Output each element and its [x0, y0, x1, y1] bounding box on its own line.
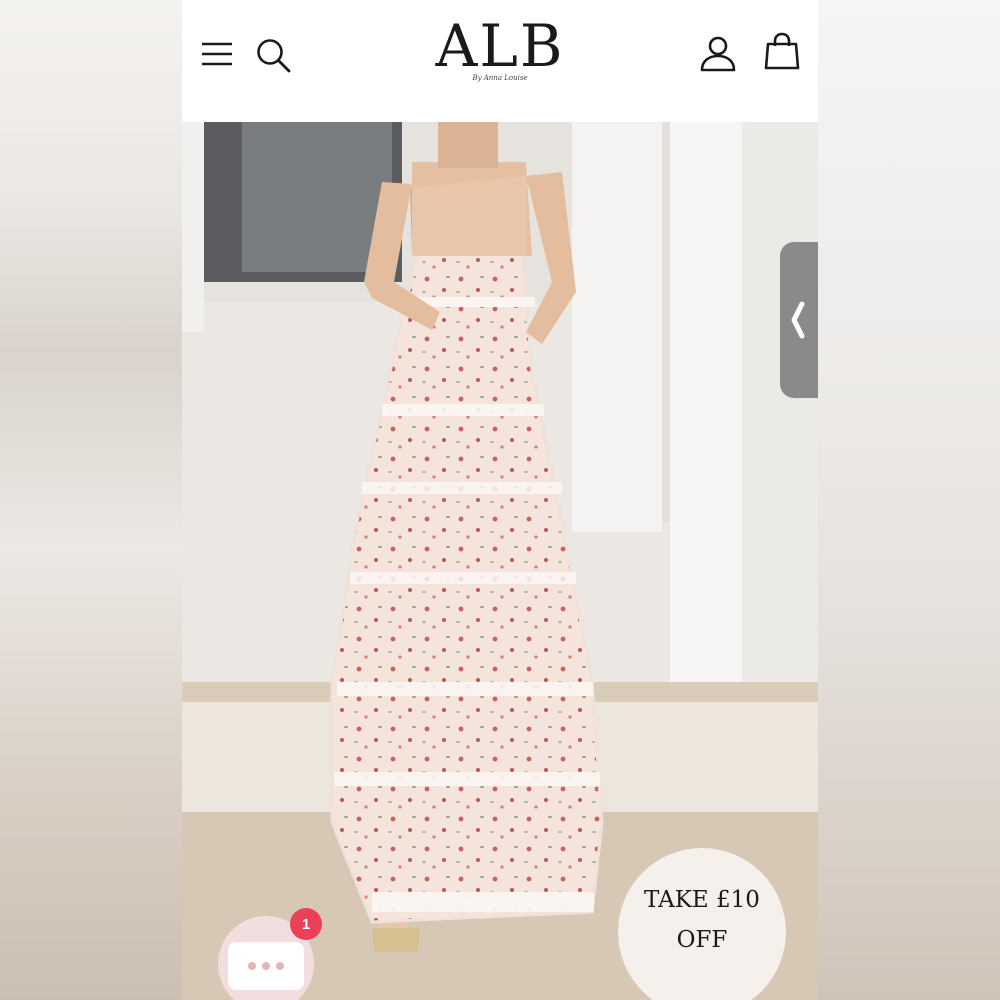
blurred-background-left	[0, 0, 182, 1000]
promo-line-2: OFF	[676, 927, 728, 953]
mobile-page: ALB By Anna Louise 1 TAKE £10 OFF	[182, 0, 818, 1000]
bag-icon[interactable]	[764, 32, 800, 72]
side-drawer-tab[interactable]	[780, 242, 818, 398]
brand-logo-subtitle: By Anna Louise	[472, 74, 528, 82]
chat-notification-badge: 1	[290, 908, 322, 940]
account-icon[interactable]	[698, 34, 738, 74]
site-header: ALB By Anna Louise	[182, 0, 818, 122]
promo-line-1: TAKE £10	[644, 887, 760, 913]
blurred-background-right	[818, 0, 1000, 1000]
chevron-left-icon	[791, 301, 805, 339]
